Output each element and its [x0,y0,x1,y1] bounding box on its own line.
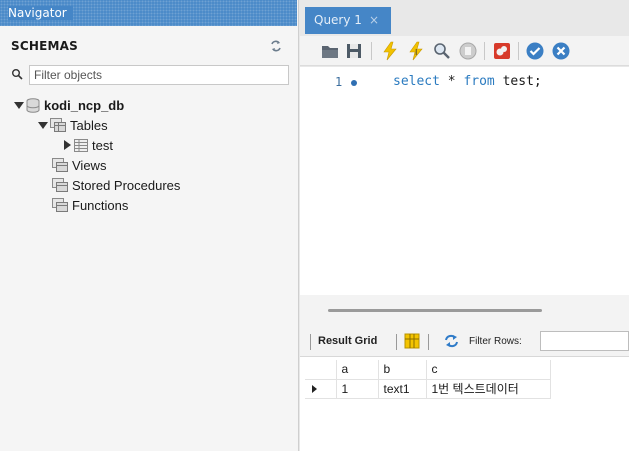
row-selector[interactable] [305,379,337,399]
navigator-title: Navigator [8,6,73,20]
column-header-c[interactable]: c [426,360,551,380]
toggle-continue-icon[interactable] [492,41,512,61]
refresh-icon[interactable] [268,38,284,54]
result-table: a b c 1 text1 1번 텍스트데이터 [305,360,551,399]
line-number: 1 [335,75,343,89]
filter-row [9,65,289,85]
result-grid[interactable]: a b c 1 text1 1번 텍스트데이터 [300,357,629,451]
execute-icon[interactable] [380,41,400,61]
views-label: Views [72,157,107,173]
result-separator [396,334,397,350]
tab-label: Query 1 [314,13,362,27]
filter-objects-input[interactable] [29,65,289,85]
database-label: kodi_ncp_db [44,97,125,113]
rollback-icon[interactable] [551,41,571,61]
expand-arrow-icon[interactable] [14,100,24,110]
stop-icon[interactable] [458,41,478,61]
stored-procedures-folder-icon [52,178,68,192]
tab-query-1[interactable]: Query 1 × [305,7,391,34]
table-row[interactable]: 1 text1 1번 텍스트데이터 [305,379,551,399]
collapse-arrow-icon[interactable] [62,140,72,150]
filter-rows-input[interactable] [540,331,629,351]
keyword-from: from [463,74,495,89]
result-grid-tab[interactable]: Result Grid [318,335,377,347]
functions-folder-icon [52,198,68,212]
database-icon [26,97,40,113]
sql-editor-toolbar: I [300,36,629,66]
column-header-b[interactable]: b [378,360,427,380]
tables-label: Tables [70,117,108,133]
execute-current-icon[interactable]: I [406,41,426,61]
schemas-label: SCHEMAS [11,39,78,53]
expand-arrow-icon[interactable] [38,120,48,130]
schemas-header: SCHEMAS [0,36,297,56]
tables-folder-icon [50,118,66,132]
column-header-a[interactable]: a [336,360,379,380]
sql-editor[interactable]: 1 select * from test; [300,67,629,295]
save-icon[interactable] [344,41,364,61]
code-table-name: test; [494,74,542,89]
editor-horizontal-scrollbar[interactable] [300,295,629,325]
views-folder-icon [52,158,68,172]
result-header-row: a b c [305,360,551,380]
tree-item-table-test[interactable]: test [62,136,113,154]
toolbar-separator [484,42,485,60]
row-selector-header [305,360,337,380]
tree-item-tables[interactable]: Tables [38,116,108,134]
result-separator [310,334,311,350]
keyword-select: select [393,74,440,89]
functions-label: Functions [72,197,129,213]
navigator-panel: Navigator SCHEMAS kodi_ncp_db [0,0,299,451]
tree-item-database[interactable]: kodi_ncp_db [14,96,124,114]
explain-icon[interactable] [432,41,452,61]
commit-icon[interactable] [525,41,545,61]
grid-layout-icon[interactable] [404,333,420,349]
close-icon[interactable]: × [369,7,379,34]
tree-item-stored-procedures[interactable]: Stored Procedures [52,176,180,194]
navigator-header: Navigator [0,0,297,26]
result-separator [428,334,429,350]
sql-code-line[interactable]: select * from test; [393,74,542,89]
code-star: * [439,74,464,89]
tree-item-functions[interactable]: Functions [52,196,128,214]
open-folder-icon[interactable] [320,41,340,61]
cell-a[interactable]: 1 [336,379,379,399]
current-row-icon [312,384,317,393]
cell-b[interactable]: text1 [378,379,427,399]
search-icon [12,69,23,80]
query-tab-bar: Query 1 × [300,0,629,36]
scrollbar-thumb[interactable] [328,309,542,312]
statement-marker-icon [351,80,357,86]
cell-c[interactable]: 1번 텍스트데이터 [426,379,551,399]
toolbar-separator [518,42,519,60]
table-icon [74,138,88,152]
stored-procedures-label: Stored Procedures [72,177,181,193]
filter-rows-label: Filter Rows: [469,336,522,347]
table-test-label: test [92,137,113,153]
toolbar-separator [371,42,372,60]
svg-text:I: I [415,48,417,57]
refresh-result-icon[interactable] [443,333,460,349]
tree-item-views[interactable]: Views [52,156,106,174]
result-toolbar: Result Grid Filter Rows: [300,325,629,357]
